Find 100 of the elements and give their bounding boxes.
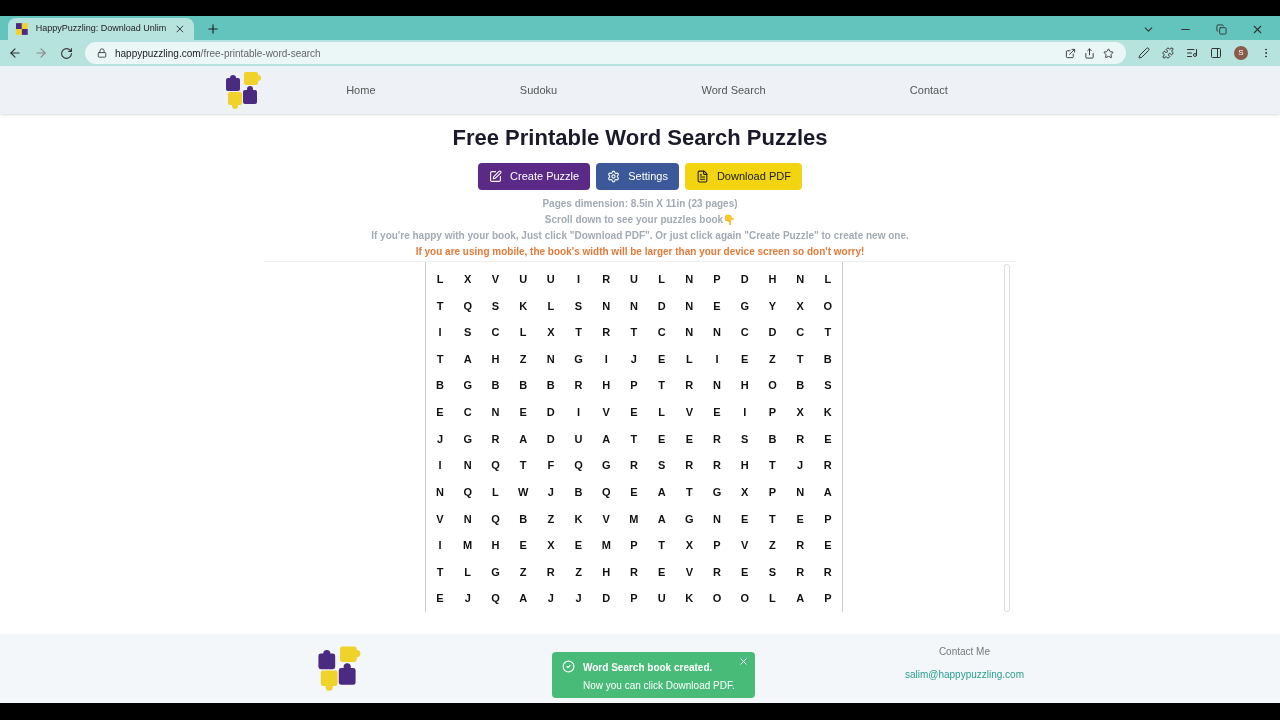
grid-letter: G bbox=[490, 564, 501, 580]
puzzle-logo bbox=[224, 70, 264, 110]
grid-letter: N bbox=[462, 511, 473, 527]
grid-letter: R bbox=[684, 458, 695, 474]
grid-letter: T bbox=[657, 538, 666, 554]
grid-letter: X bbox=[684, 538, 694, 554]
grid-letter: Q bbox=[573, 458, 584, 474]
grid-letter: N bbox=[490, 405, 501, 421]
grid-letter: R bbox=[822, 564, 833, 580]
nav-link[interactable]: Sudoku bbox=[519, 81, 558, 99]
contact-heading: Contact Me bbox=[938, 645, 990, 659]
address-bar[interactable]: happypuzzling.com/free-printable-word-search bbox=[85, 42, 1126, 64]
grid-letter: A bbox=[656, 484, 667, 500]
grid-letter: D bbox=[656, 298, 667, 314]
grid-letter: G bbox=[462, 378, 473, 394]
grid-letter: N bbox=[795, 484, 806, 500]
grid-letter: L bbox=[657, 405, 666, 421]
grid-letter: E bbox=[712, 298, 722, 314]
grid-letter: E bbox=[573, 538, 584, 554]
close-window-icon[interactable] bbox=[1251, 23, 1264, 36]
grid-letter: O bbox=[767, 378, 778, 394]
bookmark-star-icon[interactable] bbox=[1103, 47, 1114, 59]
grid-letter: P bbox=[767, 405, 778, 421]
grid-letter: K bbox=[684, 591, 695, 607]
open-icon[interactable] bbox=[1065, 47, 1076, 59]
restore-icon[interactable] bbox=[1216, 24, 1227, 35]
grid-letter: S bbox=[463, 325, 473, 341]
new-tab-icon[interactable] bbox=[206, 22, 220, 36]
grid-letter: X bbox=[795, 405, 805, 421]
grid-letter: V bbox=[684, 405, 694, 421]
nav-link[interactable]: Contact bbox=[909, 81, 948, 99]
grid-letter: H bbox=[601, 378, 612, 394]
grid-letter: J bbox=[463, 591, 472, 607]
profile-avatar[interactable]: S bbox=[1234, 46, 1248, 60]
grid-letter: E bbox=[656, 564, 667, 580]
warning-text: If you are using mobile, the book's width will be larger than your device screen so don't worry! bbox=[415, 245, 865, 259]
grid-letter: S bbox=[656, 458, 667, 474]
grid-letter: C bbox=[656, 325, 667, 341]
grid-letter: H bbox=[490, 351, 501, 367]
pen-icon[interactable] bbox=[1138, 47, 1150, 59]
grid-letter: U bbox=[518, 272, 529, 288]
grid-letter: R bbox=[795, 431, 806, 447]
grid-letter: N bbox=[628, 298, 639, 314]
document-icon bbox=[695, 170, 709, 183]
grid-letter: N bbox=[712, 511, 722, 527]
grid-letter: D bbox=[545, 431, 556, 447]
grid-letter: J bbox=[435, 431, 445, 447]
grid-letter: I bbox=[576, 272, 582, 288]
grid-letter: U bbox=[545, 272, 556, 288]
grid-letter: N bbox=[684, 325, 695, 341]
grid-letter: L bbox=[657, 272, 666, 288]
action-button[interactable]: Settings bbox=[596, 163, 679, 190]
grid-letter: L bbox=[546, 298, 556, 314]
browser-tab[interactable]: HappyPuzzling: Download Unlim bbox=[8, 18, 194, 40]
grid-letter: N bbox=[435, 484, 445, 500]
media-icon[interactable] bbox=[1186, 47, 1198, 59]
grid-letter: O bbox=[822, 298, 834, 314]
nav-link[interactable]: Word Search bbox=[701, 81, 766, 99]
grid-letter: E bbox=[740, 511, 750, 527]
grid-letter: B bbox=[767, 431, 778, 447]
side-panel-icon[interactable] bbox=[1210, 47, 1222, 59]
grid-letter: Z bbox=[768, 351, 777, 367]
grid-letter: H bbox=[490, 538, 501, 554]
grid-letter: D bbox=[739, 272, 750, 288]
grid-letter: H bbox=[767, 272, 778, 288]
grid-letter: K bbox=[573, 511, 584, 527]
action-button[interactable]: Download PDF bbox=[684, 163, 802, 190]
grid-letter: G bbox=[600, 458, 612, 474]
grid-letter: T bbox=[435, 564, 445, 580]
grid-letter: U bbox=[656, 591, 667, 607]
action-button[interactable]: Create Puzzle bbox=[478, 163, 591, 190]
nav-link[interactable]: Home bbox=[346, 81, 376, 99]
grid-letter: E bbox=[684, 431, 694, 447]
grid-letter: I bbox=[603, 351, 609, 367]
grid-letter: B bbox=[795, 378, 806, 394]
grid-letter: L bbox=[491, 484, 500, 500]
url-text: happypuzzling.com/free-printable-word-search bbox=[115, 46, 321, 61]
share-icon[interactable] bbox=[1084, 47, 1095, 59]
grid-letter: L bbox=[518, 325, 528, 341]
grid-letter: I bbox=[437, 325, 443, 341]
info-text: If you're happy with your book, Just click "Download PDF". Or just click again "Create Puzzle" to create new one. bbox=[371, 229, 909, 243]
grid-letter: B bbox=[822, 351, 833, 367]
grid-letter: R bbox=[573, 378, 584, 394]
grid-letter: E bbox=[823, 538, 833, 554]
check-icon bbox=[562, 660, 575, 673]
grid-letter: X bbox=[740, 484, 750, 500]
back-icon[interactable] bbox=[8, 46, 22, 60]
grid-letter: P bbox=[629, 591, 639, 607]
grid-letter: D bbox=[767, 325, 778, 341]
reload-icon[interactable] bbox=[60, 46, 73, 60]
close-icon[interactable] bbox=[174, 23, 186, 35]
grid-letter: L bbox=[435, 272, 445, 288]
grid-letter: T bbox=[629, 431, 639, 447]
grid-letter: R bbox=[822, 458, 833, 474]
grid-letter: E bbox=[823, 431, 833, 447]
grid-letter: V bbox=[684, 564, 694, 580]
extensions-icon[interactable] bbox=[1162, 47, 1174, 59]
grid-letter: S bbox=[740, 431, 750, 447]
grid-letter: E bbox=[795, 511, 805, 527]
grid-letter: T bbox=[435, 298, 445, 314]
